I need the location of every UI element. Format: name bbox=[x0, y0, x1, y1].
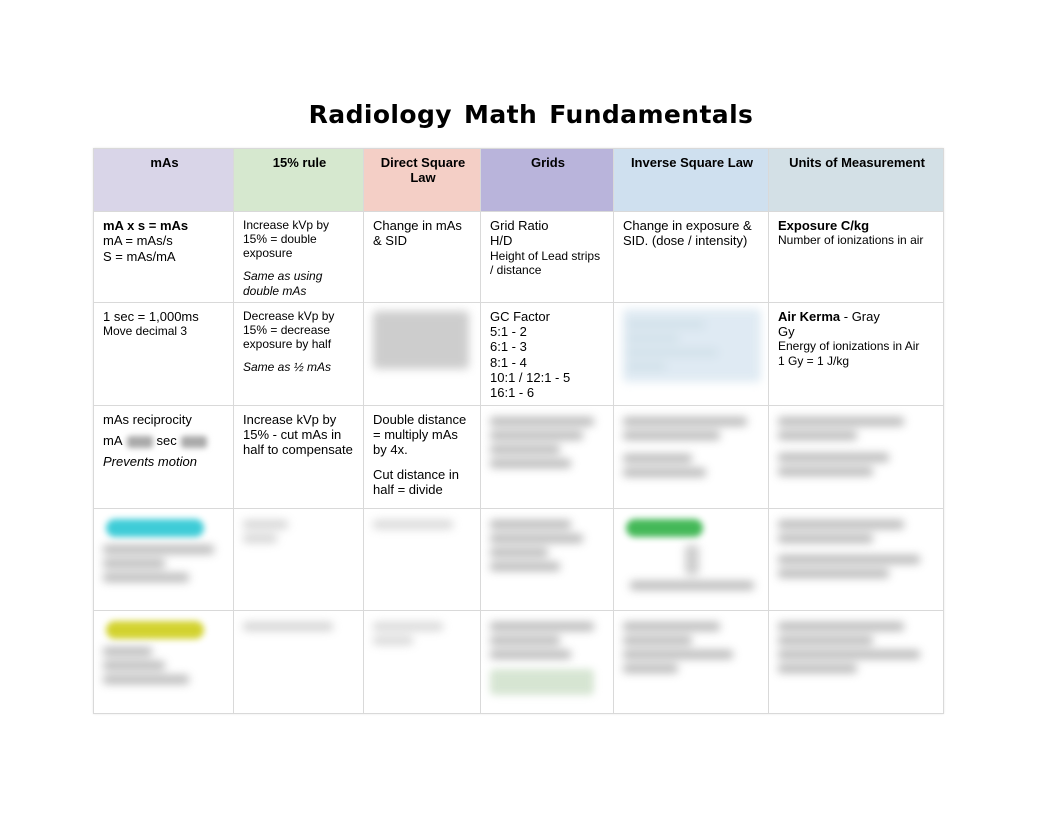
table-row: mAs reciprocity mA sec Prevents motion In… bbox=[93, 404, 944, 509]
cell-15rule-increase: Increase kVp by 15% = double exposure Sa… bbox=[233, 211, 364, 303]
redacted-content bbox=[623, 308, 761, 382]
redacted-content bbox=[778, 621, 936, 673]
column-header-15-percent-rule: 15% rule bbox=[233, 148, 364, 212]
cell-isl-change: Change in exposure & SID. (dose / intens… bbox=[613, 211, 769, 303]
redacted-content bbox=[243, 519, 356, 543]
cell-mas-reciprocity: mAs reciprocity mA sec Prevents motion bbox=[93, 404, 234, 509]
cell-isl-redacted bbox=[613, 609, 769, 714]
table-row bbox=[93, 507, 944, 611]
cell-isl-redacted bbox=[613, 301, 769, 406]
cell-grids-gc-factor: GC Factor 5:1 - 2 6:1 - 3 8:1 - 4 10:1 /… bbox=[480, 301, 614, 406]
cell-mas-formula: mA x s = mAs mA = mAs/s S = mAs/mA bbox=[93, 211, 234, 303]
column-header-mas: mAs bbox=[93, 148, 234, 212]
cell-15rule-decrease: Decrease kVp by 15% = decrease exposure … bbox=[233, 301, 364, 406]
column-header-grids: Grids bbox=[480, 148, 614, 212]
redacted-content bbox=[490, 621, 606, 695]
column-header-direct-square-law: Direct Square Law bbox=[363, 148, 481, 212]
cell-units-redacted bbox=[768, 609, 944, 714]
cell-grids-redacted bbox=[480, 507, 614, 611]
redacted-content bbox=[373, 519, 473, 529]
highlight-pill-green bbox=[626, 518, 704, 537]
redacted-content bbox=[103, 518, 226, 582]
cell-mas-redacted-highlight bbox=[93, 507, 234, 611]
redacted-content bbox=[778, 416, 936, 476]
redacted-content bbox=[623, 621, 761, 673]
table-row: 1 sec = 1,000ms Move decimal 3 Decrease … bbox=[93, 301, 944, 406]
redacted-content bbox=[490, 416, 606, 468]
cell-units-air-kerma: Air Kerma - Gray Gy Energy of ionization… bbox=[768, 301, 944, 406]
cell-dsl-redacted bbox=[363, 609, 481, 714]
highlight-block-green bbox=[490, 668, 595, 695]
cell-dsl-double-distance: Double distance = multiply mAs by 4x. Cu… bbox=[363, 404, 481, 509]
table-row: mA x s = mAs mA = mAs/s S = mAs/mA Incre… bbox=[93, 211, 944, 303]
study-table-container: mAs 15% rule Direct Square Law Grids Inv… bbox=[93, 148, 944, 714]
cell-dsl-change: Change in mAs & SID bbox=[363, 211, 481, 303]
page-title: Radiology Math Fundamentals bbox=[308, 100, 754, 129]
cell-mas-seconds: 1 sec = 1,000ms Move decimal 3 bbox=[93, 301, 234, 406]
cell-15rule-redacted bbox=[233, 507, 364, 611]
highlight-pill-cyan bbox=[106, 518, 205, 537]
cell-grids-redacted bbox=[480, 404, 614, 509]
redacted-content bbox=[623, 416, 761, 477]
redacted-symbol bbox=[180, 435, 207, 448]
cell-15rule-redacted bbox=[233, 609, 364, 714]
cell-isl-redacted bbox=[613, 404, 769, 509]
column-header-inverse-square-law: Inverse Square Law bbox=[613, 148, 769, 212]
redacted-content bbox=[623, 518, 761, 590]
table-header-row: mAs 15% rule Direct Square Law Grids Inv… bbox=[93, 148, 944, 212]
cell-isl-redacted-highlight bbox=[613, 507, 769, 611]
highlight-pill-yellow bbox=[106, 620, 205, 639]
study-table: mAs 15% rule Direct Square Law Grids Inv… bbox=[93, 148, 944, 714]
redacted-symbol bbox=[126, 435, 153, 448]
redacted-content bbox=[778, 519, 936, 578]
redacted-content bbox=[373, 310, 473, 369]
cell-grids-redacted-tinted bbox=[480, 609, 614, 714]
cell-dsl-redacted bbox=[363, 301, 481, 406]
document-page: Radiology Math Fundamentals mAs 15% rule… bbox=[0, 0, 1062, 822]
cell-mas-redacted-highlight bbox=[93, 609, 234, 714]
cell-units-redacted bbox=[768, 507, 944, 611]
redacted-content bbox=[243, 621, 356, 631]
cell-dsl-redacted bbox=[363, 507, 481, 611]
column-header-units-of-measurement: Units of Measurement bbox=[768, 148, 944, 212]
redacted-content bbox=[103, 620, 226, 684]
table-row bbox=[93, 609, 944, 714]
redacted-content bbox=[373, 621, 473, 645]
redacted-content bbox=[490, 519, 606, 571]
cell-units-redacted bbox=[768, 404, 944, 509]
cell-grids-grid-ratio: Grid Ratio H/D Height of Lead strips / d… bbox=[480, 211, 614, 303]
cell-15rule-compensate: Increase kVp by 15% - cut mAs in half to… bbox=[233, 404, 364, 509]
cell-units-exposure: Exposure C/kg Number of ionizations in a… bbox=[768, 211, 944, 303]
